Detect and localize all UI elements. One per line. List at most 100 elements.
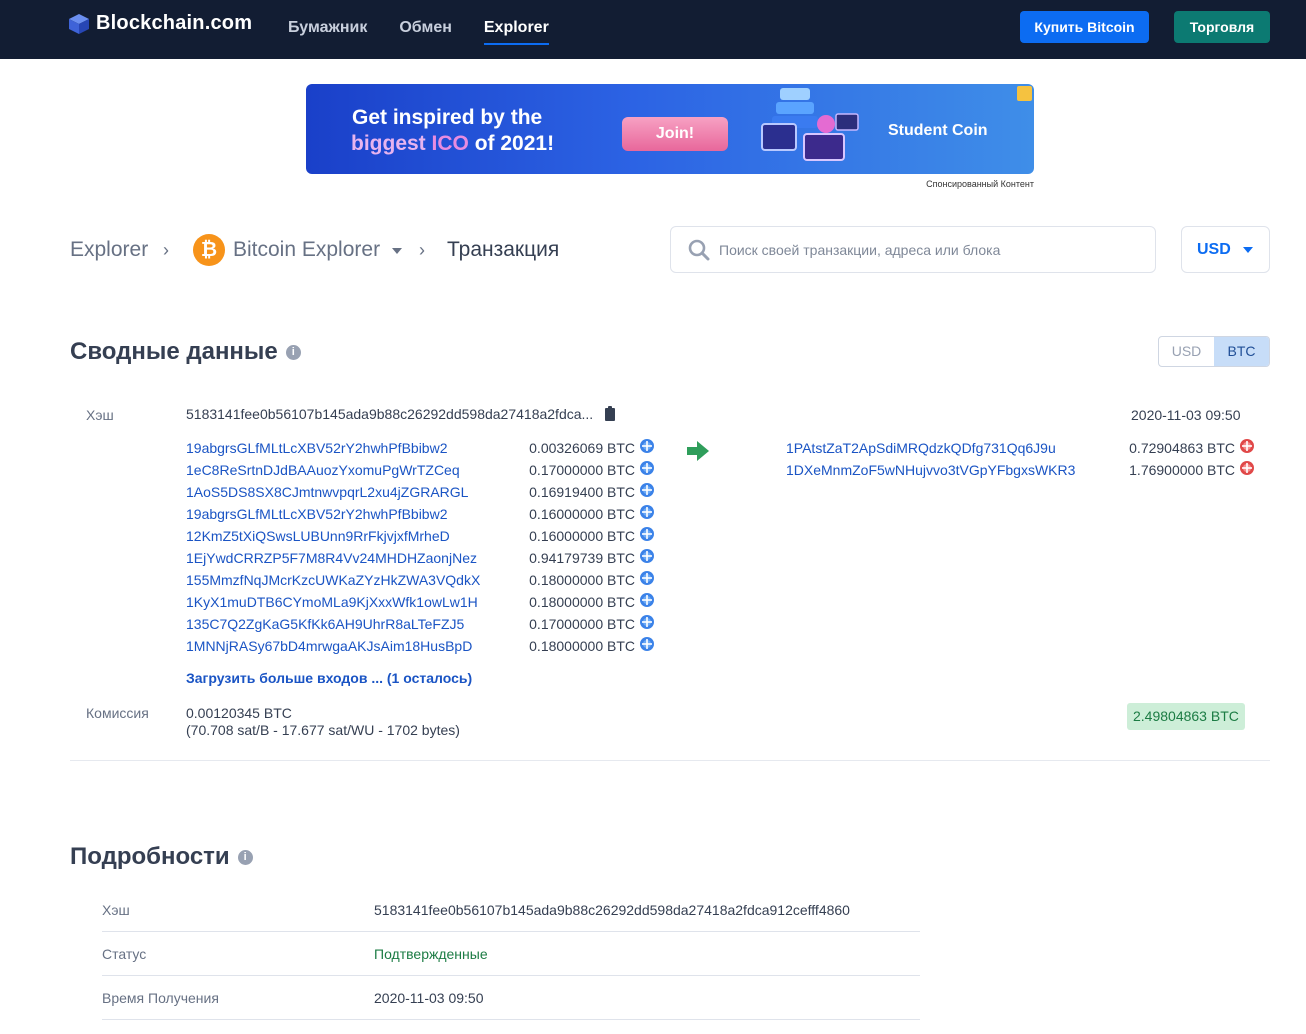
output-row: 1PAtstZaT2ApSdiMRQdzkQDfg731Qq6J9u — [786, 438, 1056, 458]
ad-brand: Student Coin — [888, 122, 988, 139]
info-icon[interactable]: i — [237, 849, 253, 865]
globe-icon[interactable] — [640, 461, 654, 475]
copy-icon[interactable] — [605, 405, 616, 421]
detail-row-status: Статус Подтвержденные — [102, 932, 920, 976]
logo-text: Blockchain.com — [96, 12, 253, 34]
nav-explorer[interactable]: Explorer — [483, 0, 549, 59]
search-placeholder: Поиск своей транзакции, адреса или блока — [719, 241, 1001, 258]
total-amount-badge: 2.49804863 BTC — [1127, 703, 1245, 730]
globe-icon[interactable] — [1240, 461, 1254, 475]
output-row: 1DXeMnmZoF5wNHujvvo3tVGpYFbgxsWKR3 — [786, 460, 1075, 480]
breadcrumb-current: Транзакция — [447, 238, 560, 261]
toggle-usd[interactable]: USD — [1159, 337, 1214, 366]
ad-headline-2-part2: ICO — [431, 132, 469, 155]
chevron-down-icon — [392, 248, 403, 254]
ad-info-icon[interactable] — [1017, 86, 1032, 101]
globe-icon[interactable] — [640, 593, 654, 607]
globe-icon[interactable] — [640, 637, 654, 651]
input-amount: 0.16919400 BTC — [529, 484, 635, 500]
buy-bitcoin-button[interactable]: Купить Bitcoin — [1020, 11, 1149, 43]
input-row: 1eC8ReSrtnDJdBAAuozYxomuPgWrTZCeq — [186, 460, 460, 480]
globe-icon[interactable] — [640, 527, 654, 541]
input-row: 155MmzfNqJMcrKzcUWKaZYzHkZWA3VQdkX — [186, 570, 480, 590]
input-address[interactable]: 135C7Q2ZgKaG5KfKk6AH9UhrR8aLTeFZJ5 — [186, 616, 464, 632]
top-navbar: Blockchain.com Бумажник Обмен Explorer К… — [0, 0, 1306, 59]
input-row: 1KyX1muDTB6CYmoMLa9KjXxxWfk1owLw1H — [186, 592, 478, 612]
sponsored-label: Спонсированный Контент — [926, 179, 1034, 189]
fee-value: 0.00120345 BTC — [186, 705, 292, 721]
breadcrumb-explorer[interactable]: Explorer — [70, 236, 148, 264]
input-amount: 0.00326069 BTC — [529, 440, 635, 456]
input-row: 12KmZ5tXiQSwsLUBUnn9RrFkjvjxfMrheD — [186, 526, 450, 546]
input-amount: 0.94179739 BTC — [529, 550, 635, 566]
globe-icon[interactable] — [640, 549, 654, 563]
logo[interactable]: Blockchain.com — [68, 12, 252, 35]
section-divider — [70, 760, 1270, 761]
details-title: Подробности i — [70, 843, 253, 871]
nav-exchange[interactable]: Обмен — [399, 0, 452, 59]
output-address[interactable]: 1PAtstZaT2ApSdiMRQdzkQDfg731Qq6J9u — [786, 440, 1056, 456]
input-amount: 0.18000000 BTC — [529, 638, 635, 654]
input-address[interactable]: 1MNNjRASy67bD4mrwgaAKJsAim18HusBpD — [186, 638, 472, 654]
toggle-btc[interactable]: BTC — [1214, 337, 1269, 366]
output-amount: 1.76900000 BTC — [1129, 462, 1235, 478]
input-address[interactable]: 1AoS5DS8SX8CJmtnwvpqrL2xu4jZGRARGL — [186, 484, 468, 500]
input-row: 1MNNjRASy67bD4mrwgaAKJsAim18HusBpD — [186, 636, 472, 656]
breadcrumb-bitcoin-explorer[interactable]: ₿ Bitcoin Explorer — [193, 234, 403, 266]
input-address[interactable]: 1KyX1muDTB6CYmoMLa9KjXxxWfk1owLw1H — [186, 594, 478, 610]
input-address[interactable]: 19abgrsGLfMLtLcXBV52rY2hwhPfBbibw2 — [186, 506, 447, 522]
ad-banner[interactable]: Get inspired by the biggest ICO of 2021!… — [306, 84, 1034, 174]
arrow-right-icon — [687, 441, 709, 461]
summary-title: Сводные данные i — [70, 338, 301, 366]
info-icon[interactable]: i — [285, 344, 301, 360]
ad-join-button[interactable]: Join! — [622, 117, 728, 151]
input-row: 1AoS5DS8SX8CJmtnwvpqrL2xu4jZGRARGL — [186, 482, 468, 502]
tx-timestamp: 2020-11-03 09:50 — [1131, 407, 1241, 423]
load-more-inputs-link[interactable]: Загрузить больше входов ... (1 осталось) — [186, 670, 472, 686]
globe-icon[interactable] — [640, 615, 654, 629]
input-row: 1EjYwdCRRZP5F7M8R4Vv24MHDHZaonjNez — [186, 548, 477, 568]
globe-icon[interactable] — [640, 483, 654, 497]
trade-button[interactable]: Торговля — [1174, 11, 1270, 43]
blockchain-logo-icon — [69, 13, 89, 34]
summary-title-text: Сводные данные — [70, 338, 278, 365]
input-address[interactable]: 155MmzfNqJMcrKzcUWKaZYzHkZWA3VQdkX — [186, 572, 480, 588]
output-amount: 0.72904863 BTC — [1129, 440, 1235, 456]
detail-value: 2020-11-03 09:50 — [374, 990, 484, 1006]
fee-detail: (70.708 sat/B - 17.677 sat/WU - 1702 byt… — [186, 722, 460, 738]
input-amount: 0.17000000 BTC — [529, 616, 635, 632]
globe-icon[interactable] — [1240, 439, 1254, 453]
currency-value: USD — [1197, 240, 1231, 258]
fee-label: Комиссия — [86, 705, 149, 721]
globe-icon[interactable] — [640, 439, 654, 453]
currency-select[interactable]: USD — [1181, 226, 1270, 273]
detail-key: Время Получения — [102, 990, 219, 1006]
ad-headline-2-part3: of 2021! — [468, 132, 555, 155]
ad-headline-1: Get inspired by the — [352, 106, 543, 129]
search-icon — [688, 239, 710, 260]
input-amount: 0.16000000 BTC — [529, 506, 635, 522]
input-address[interactable]: 12KmZ5tXiQSwsLUBUnn9RrFkjvjxfMrheD — [186, 528, 450, 544]
input-amount: 0.16000000 BTC — [529, 528, 635, 544]
input-address[interactable]: 1EjYwdCRRZP5F7M8R4Vv24MHDHZaonjNez — [186, 550, 477, 566]
input-address[interactable]: 19abgrsGLfMLtLcXBV52rY2hwhPfBbibw2 — [186, 440, 447, 456]
input-row: 135C7Q2ZgKaG5KfKk6AH9UhrR8aLTeFZJ5 — [186, 614, 464, 634]
detail-row-received-time: Время Получения 2020-11-03 09:50 — [102, 976, 920, 1020]
ad-illustration — [761, 88, 859, 161]
unit-toggle: USD BTC — [1158, 336, 1270, 367]
output-address[interactable]: 1DXeMnmZoF5wNHujvvo3tVGpYFbgxsWKR3 — [786, 462, 1075, 478]
ad-headline-2-part1: biggest — [351, 132, 432, 155]
detail-value: 5183141fee0b56107b145ada9b88c26292dd598d… — [374, 902, 850, 918]
globe-icon[interactable] — [640, 571, 654, 585]
tx-hash[interactable]: 5183141fee0b56107b145ada9b88c26292dd598d… — [186, 406, 593, 422]
detail-row-hash: Хэш 5183141fee0b56107b145ada9b88c26292dd… — [102, 888, 920, 932]
globe-icon[interactable] — [640, 505, 654, 519]
input-row: 19abgrsGLfMLtLcXBV52rY2hwhPfBbibw2 — [186, 438, 447, 458]
detail-key: Хэш — [102, 902, 130, 918]
input-amount: 0.18000000 BTC — [529, 572, 635, 588]
hash-row: 5183141fee0b56107b145ada9b88c26292dd598d… — [186, 405, 616, 422]
chevron-right-icon: › — [419, 239, 425, 260]
search-input[interactable]: Поиск своей транзакции, адреса или блока — [670, 226, 1156, 273]
input-address[interactable]: 1eC8ReSrtnDJdBAAuozYxomuPgWrTZCeq — [186, 462, 460, 478]
nav-wallet[interactable]: Бумажник — [288, 0, 367, 59]
